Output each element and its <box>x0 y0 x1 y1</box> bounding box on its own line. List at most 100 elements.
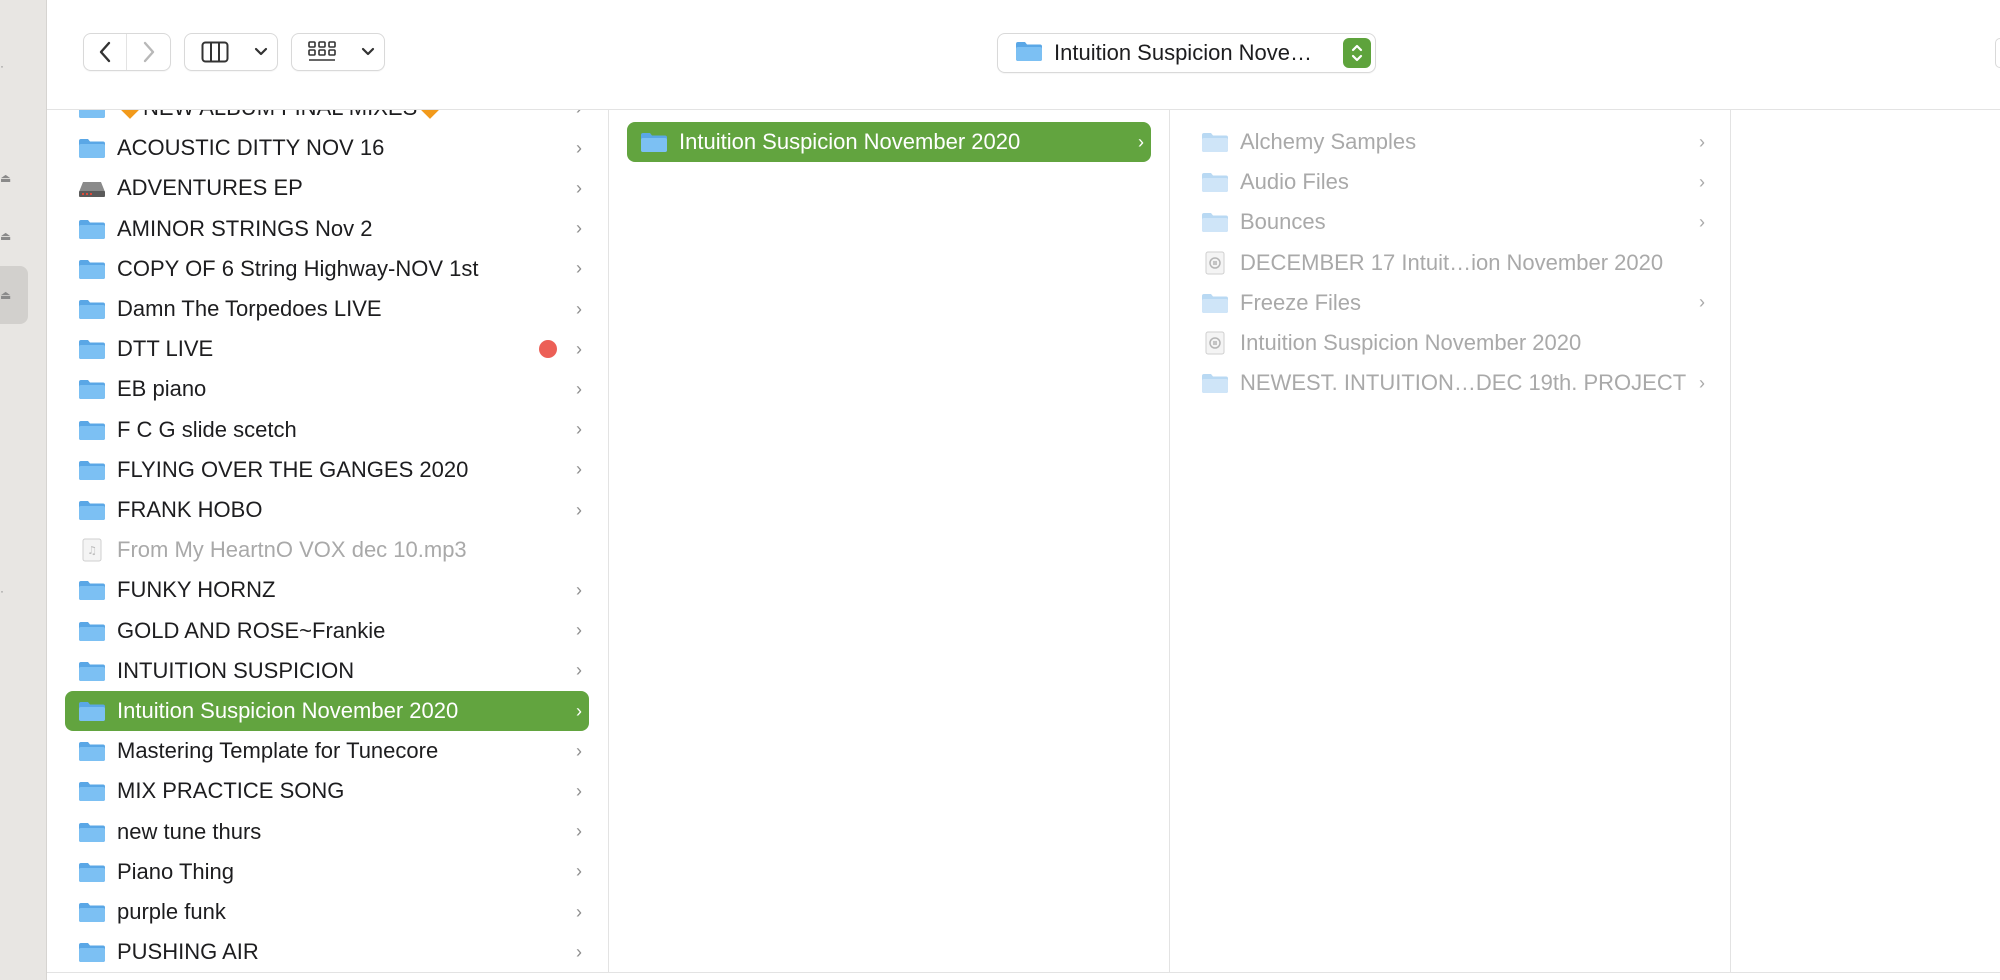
chevron-down-icon <box>352 34 384 70</box>
list-item-label: FRANK HOBO <box>117 497 263 522</box>
list-item[interactable]: FRANK HOBO › <box>65 490 589 530</box>
list-item-label: EB piano <box>117 376 207 402</box>
browser-column-4[interactable] <box>1731 110 2000 972</box>
list-item-label: Intuition Suspicion November 2020 <box>1240 330 1582 355</box>
orange-diamond-icon <box>120 110 140 120</box>
browser-column-2[interactable]: Intuition Suspicion November 2020 › <box>609 110 1170 972</box>
list-item[interactable]: Freeze Files › <box>1188 283 1712 323</box>
view-mode-button[interactable] <box>184 33 278 71</box>
list-item[interactable]: INTUITION SUSPICION › <box>65 651 589 691</box>
forward-button[interactable] <box>127 34 170 70</box>
chevron-right-icon: › <box>576 338 582 359</box>
folder-icon <box>77 458 107 482</box>
chevron-right-icon <box>142 40 156 64</box>
folder-icon <box>77 498 107 522</box>
list-item[interactable]: GOLD AND ROSE~Frankie › <box>65 611 589 651</box>
chevron-down-icon <box>245 34 277 70</box>
chevron-right-icon: › <box>1699 372 1705 393</box>
list-item[interactable]: Audio Files › <box>1188 162 1712 202</box>
list-item[interactable]: Damn The Torpedoes LIVE › <box>65 289 589 329</box>
back-button[interactable] <box>84 34 128 70</box>
list-item[interactable]: Intuition Suspicion November 2020 <box>1188 323 1712 363</box>
folder-icon <box>77 820 107 844</box>
svg-text:♫: ♫ <box>87 544 97 557</box>
group-by-button[interactable] <box>291 33 385 71</box>
list-item[interactable]: ♫ From My HeartnO VOX dec 10.mp3 <box>65 530 589 570</box>
browser-column-1[interactable]: NEW ALBUM FINAL MIXES›ACOUSTIC DITTY NOV… <box>47 110 609 972</box>
list-item[interactable]: Mastering Template for Tunecore › <box>65 731 589 771</box>
folder-icon <box>1200 291 1230 315</box>
list-item-label: Freeze Files <box>1240 289 1362 315</box>
chevron-right-icon: › <box>576 700 582 721</box>
chevron-right-icon: › <box>576 499 582 520</box>
chevron-right-icon: › <box>576 378 582 399</box>
list-item[interactable]: DTT LIVE › <box>65 329 589 369</box>
eject-icon[interactable]: ⏏ <box>0 172 11 184</box>
list-item-label: INTUITION SUSPICION <box>117 657 355 683</box>
list-item-label: DECEMBER 17 Intuit…ion November 2020 <box>1240 249 1664 275</box>
chevron-right-icon: › <box>576 901 582 922</box>
list-item[interactable]: purple funk › <box>65 892 589 932</box>
folder-icon <box>1200 210 1230 234</box>
chevron-right-icon: › <box>576 177 582 198</box>
list-item-label: purple funk <box>117 899 226 924</box>
chevron-right-icon: › <box>576 780 582 801</box>
chevron-right-icon: › <box>576 861 582 882</box>
folder-icon <box>77 418 107 442</box>
list-item-label: NEW ALBUM FINAL MIXES <box>117 110 569 121</box>
list-item[interactable]: FLYING OVER THE GANGES 2020 › <box>65 450 589 490</box>
list-item[interactable]: PUSHING AIR › <box>65 932 589 972</box>
list-item[interactable]: NEWEST. INTUITION…DEC 19th. PROJECT › <box>1188 363 1712 403</box>
list-item[interactable]: DECEMBER 17 Intuit…ion November 2020 <box>1188 243 1712 283</box>
folder-icon <box>77 619 107 643</box>
sidebar-strip: · ⏏ ⏏ ⏏ · <box>0 0 47 980</box>
list-item[interactable]: Piano Thing › <box>65 852 589 892</box>
list-item[interactable]: FUNKY HORNZ › <box>65 570 589 610</box>
folder-icon <box>1200 130 1230 154</box>
list-item[interactable]: COPY OF 6 String Highway-NOV 1st › <box>65 249 589 289</box>
list-item[interactable]: new tune thurs › <box>65 812 589 852</box>
list-item-label: ADVENTURES EP <box>117 175 303 201</box>
orange-diamond-icon <box>420 110 441 120</box>
chevron-right-icon: › <box>576 579 582 600</box>
list-item-selected[interactable]: Intuition Suspicion November 2020 › <box>65 691 589 731</box>
toolbar: Intuition Suspicion Nove… <box>47 0 2000 110</box>
list-item[interactable]: EB piano › <box>65 369 589 409</box>
chevron-right-icon: › <box>576 218 582 239</box>
path-popup-title: Intuition Suspicion Nove… <box>1054 40 1313 65</box>
list-item[interactable]: ADVENTURES EP › <box>65 168 589 208</box>
folder-icon <box>77 377 107 401</box>
audio-file-icon: ♫ <box>77 538 107 562</box>
list-item-label: Mastering Template for Tunecore <box>117 738 439 764</box>
list-item[interactable]: AMINOR STRINGS Nov 2 › <box>65 209 589 249</box>
folder-icon <box>77 779 107 803</box>
logic-project-icon <box>1200 251 1230 275</box>
grid-group-icon <box>292 34 352 70</box>
list-item-label: Piano Thing <box>117 858 235 884</box>
list-item-label: AMINOR STRINGS Nov 2 <box>117 215 373 241</box>
chevron-right-icon: › <box>576 258 582 279</box>
chevron-right-icon: › <box>576 419 582 440</box>
folder-icon <box>639 130 669 154</box>
list-item-label: Intuition Suspicion November 2020 <box>679 129 1021 154</box>
eject-icon[interactable]: ⏏ <box>0 289 11 301</box>
chevron-right-icon: › <box>1699 292 1705 313</box>
status-bar-edge <box>47 972 2000 980</box>
folder-icon <box>77 337 107 361</box>
path-popup-button[interactable]: Intuition Suspicion Nove… <box>997 33 1376 73</box>
list-item-label: DTT LIVE <box>117 336 214 362</box>
list-item-label: COPY OF 6 String Highway-NOV 1st <box>117 255 479 281</box>
list-item[interactable]: F C G slide scetch › <box>65 410 589 450</box>
browser-column-3[interactable]: Alchemy Samples › Audio Files › Bounces › DECE… <box>1170 110 1731 972</box>
toolbar-overflow-button[interactable] <box>1995 38 2000 68</box>
list-item[interactable]: Alchemy Samples › <box>1188 122 1712 162</box>
list-item[interactable]: Bounces › <box>1188 202 1712 242</box>
list-item[interactable]: MIX PRACTICE SONG › <box>65 771 589 811</box>
list-item-label: Intuition Suspicion November 2020 <box>117 698 459 723</box>
list-item[interactable]: NEW ALBUM FINAL MIXES › <box>65 110 589 128</box>
list-item[interactable]: ACOUSTIC DITTY NOV 16 › <box>65 128 589 168</box>
list-item-selected[interactable]: Intuition Suspicion November 2020 › <box>627 122 1151 162</box>
folder-icon <box>77 860 107 884</box>
eject-icon[interactable]: ⏏ <box>0 230 11 242</box>
folder-icon <box>1200 371 1230 395</box>
